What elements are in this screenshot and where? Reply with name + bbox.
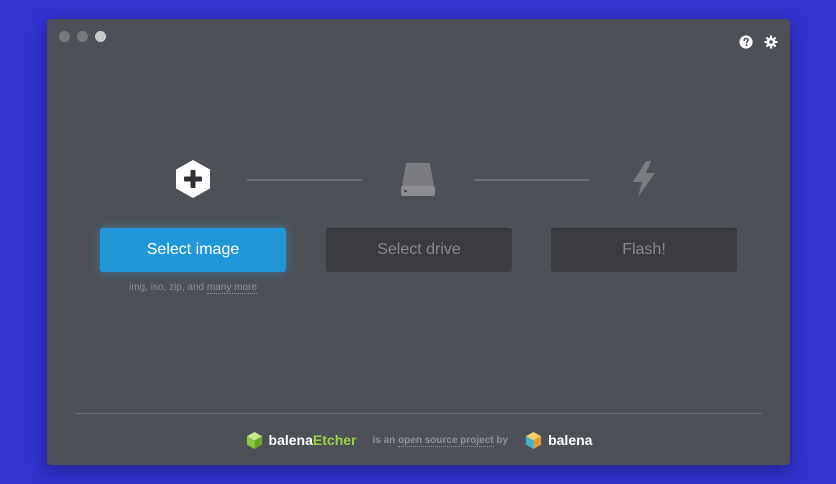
step-connector bbox=[474, 179, 589, 181]
lightning-icon bbox=[633, 161, 655, 197]
etcher-cube-icon bbox=[246, 431, 262, 449]
supported-formats-hint: img, iso, zip, and many more bbox=[100, 282, 286, 294]
etcher-logo-text-part2: Etcher bbox=[312, 432, 357, 448]
question-circle-icon[interactable] bbox=[739, 35, 753, 49]
drive-icon bbox=[401, 163, 435, 196]
select-drive-button[interactable]: Select drive bbox=[326, 228, 512, 272]
window-controls bbox=[59, 31, 106, 42]
zoom-window-button[interactable] bbox=[95, 31, 106, 42]
many-more-link[interactable]: many more bbox=[206, 282, 257, 294]
footer: balena Etcher is an open source project b… bbox=[47, 427, 790, 453]
tagline-suffix: by bbox=[493, 434, 509, 446]
tagline-prefix: is an bbox=[372, 434, 399, 446]
plus-hexagon-icon bbox=[176, 160, 210, 198]
flash-button[interactable]: Flash! bbox=[551, 228, 737, 272]
balena-logo-text: balena bbox=[548, 432, 593, 448]
open-source-link[interactable]: open source project bbox=[398, 434, 494, 447]
hint-text: img, iso, zip, and bbox=[129, 282, 207, 293]
footer-divider bbox=[75, 413, 762, 414]
select-image-button[interactable]: Select image bbox=[100, 228, 286, 272]
balena-logo[interactable]: balena bbox=[524, 431, 592, 450]
app-window: Select image Select drive Flash! img, is… bbox=[47, 19, 790, 465]
footer-tagline: is an open source project by bbox=[372, 434, 509, 447]
minimize-window-button[interactable] bbox=[77, 31, 88, 42]
close-window-button[interactable] bbox=[59, 31, 70, 42]
etcher-logo[interactable]: balena Etcher bbox=[245, 431, 357, 450]
balena-cube-icon bbox=[525, 431, 542, 449]
step-connector bbox=[247, 179, 362, 181]
etcher-logo-text-part1: balena bbox=[268, 432, 313, 448]
gear-icon[interactable] bbox=[764, 35, 778, 49]
toolbar bbox=[739, 35, 778, 49]
